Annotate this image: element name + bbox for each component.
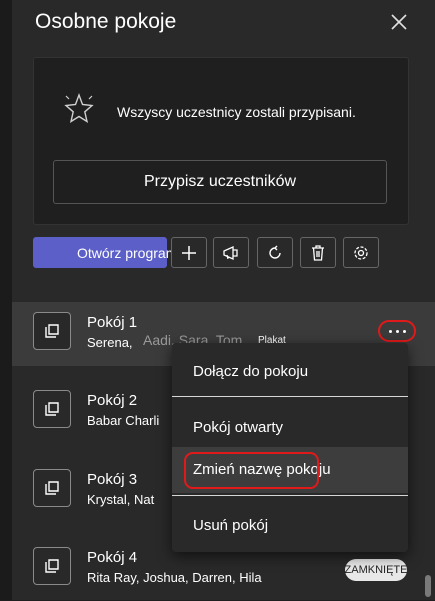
room-members: Rita Ray, Joshua, Darren, Hila [87, 570, 262, 585]
notice-message: Wszyscy uczestnicy zostali przypisani. [117, 104, 356, 120]
menu-divider [172, 396, 408, 397]
room-settings-button[interactable] [343, 237, 379, 268]
settings-icon [354, 245, 368, 260]
open-rooms-button[interactable]: Otwórz program [33, 237, 177, 268]
open-rooms-label: Otwórz program [77, 245, 178, 261]
panel-title: Osobne pokoje [35, 10, 177, 33]
room-context-menu: Dołącz do pokoju Pokój otwarty Zmień naz… [172, 343, 408, 552]
room-status-badge: ZAMKNIĘTE [345, 559, 407, 581]
announcement-button[interactable] [213, 237, 249, 268]
menu-join-room[interactable]: Dołącz do pokoju [172, 349, 408, 395]
room-members: Serena, [87, 335, 133, 350]
announce-icon [223, 245, 238, 260]
room-name: Pokój 3 [87, 471, 138, 488]
more-options-button[interactable] [378, 320, 416, 342]
room-icon [33, 547, 71, 585]
room-name: Pokój 1 [87, 314, 138, 331]
room-icon [33, 312, 71, 350]
close-icon [391, 14, 407, 30]
delete-rooms-button[interactable] [300, 237, 336, 268]
room-icon [33, 390, 71, 428]
room-name: Pokój 2 [87, 392, 138, 409]
add-room-button[interactable] [171, 237, 207, 268]
assign-participants-button[interactable]: Przypisz uczestników [53, 160, 387, 204]
room-name: Pokój 4 [87, 549, 138, 566]
room-icon [33, 469, 71, 507]
scrollbar-thumb[interactable] [425, 575, 431, 597]
refresh-icon [269, 245, 281, 259]
more-dot [395, 329, 399, 333]
delete-icon [312, 244, 324, 261]
more-dot [388, 329, 392, 333]
rename-highlight-ring [184, 452, 319, 489]
add-icon [182, 245, 196, 260]
sparkle-icon [62, 92, 96, 126]
room-members: Krystal, Nat [87, 492, 155, 507]
menu-divider [172, 495, 408, 496]
recreate-rooms-button[interactable] [257, 237, 293, 268]
menu-delete-room[interactable]: Usuń pokój [172, 503, 408, 549]
menu-open-room[interactable]: Pokój otwarty [172, 405, 408, 451]
room-members: Babar Charli [87, 413, 160, 428]
close-button[interactable] [387, 10, 411, 34]
left-strip [0, 0, 12, 600]
more-dot [402, 329, 406, 333]
